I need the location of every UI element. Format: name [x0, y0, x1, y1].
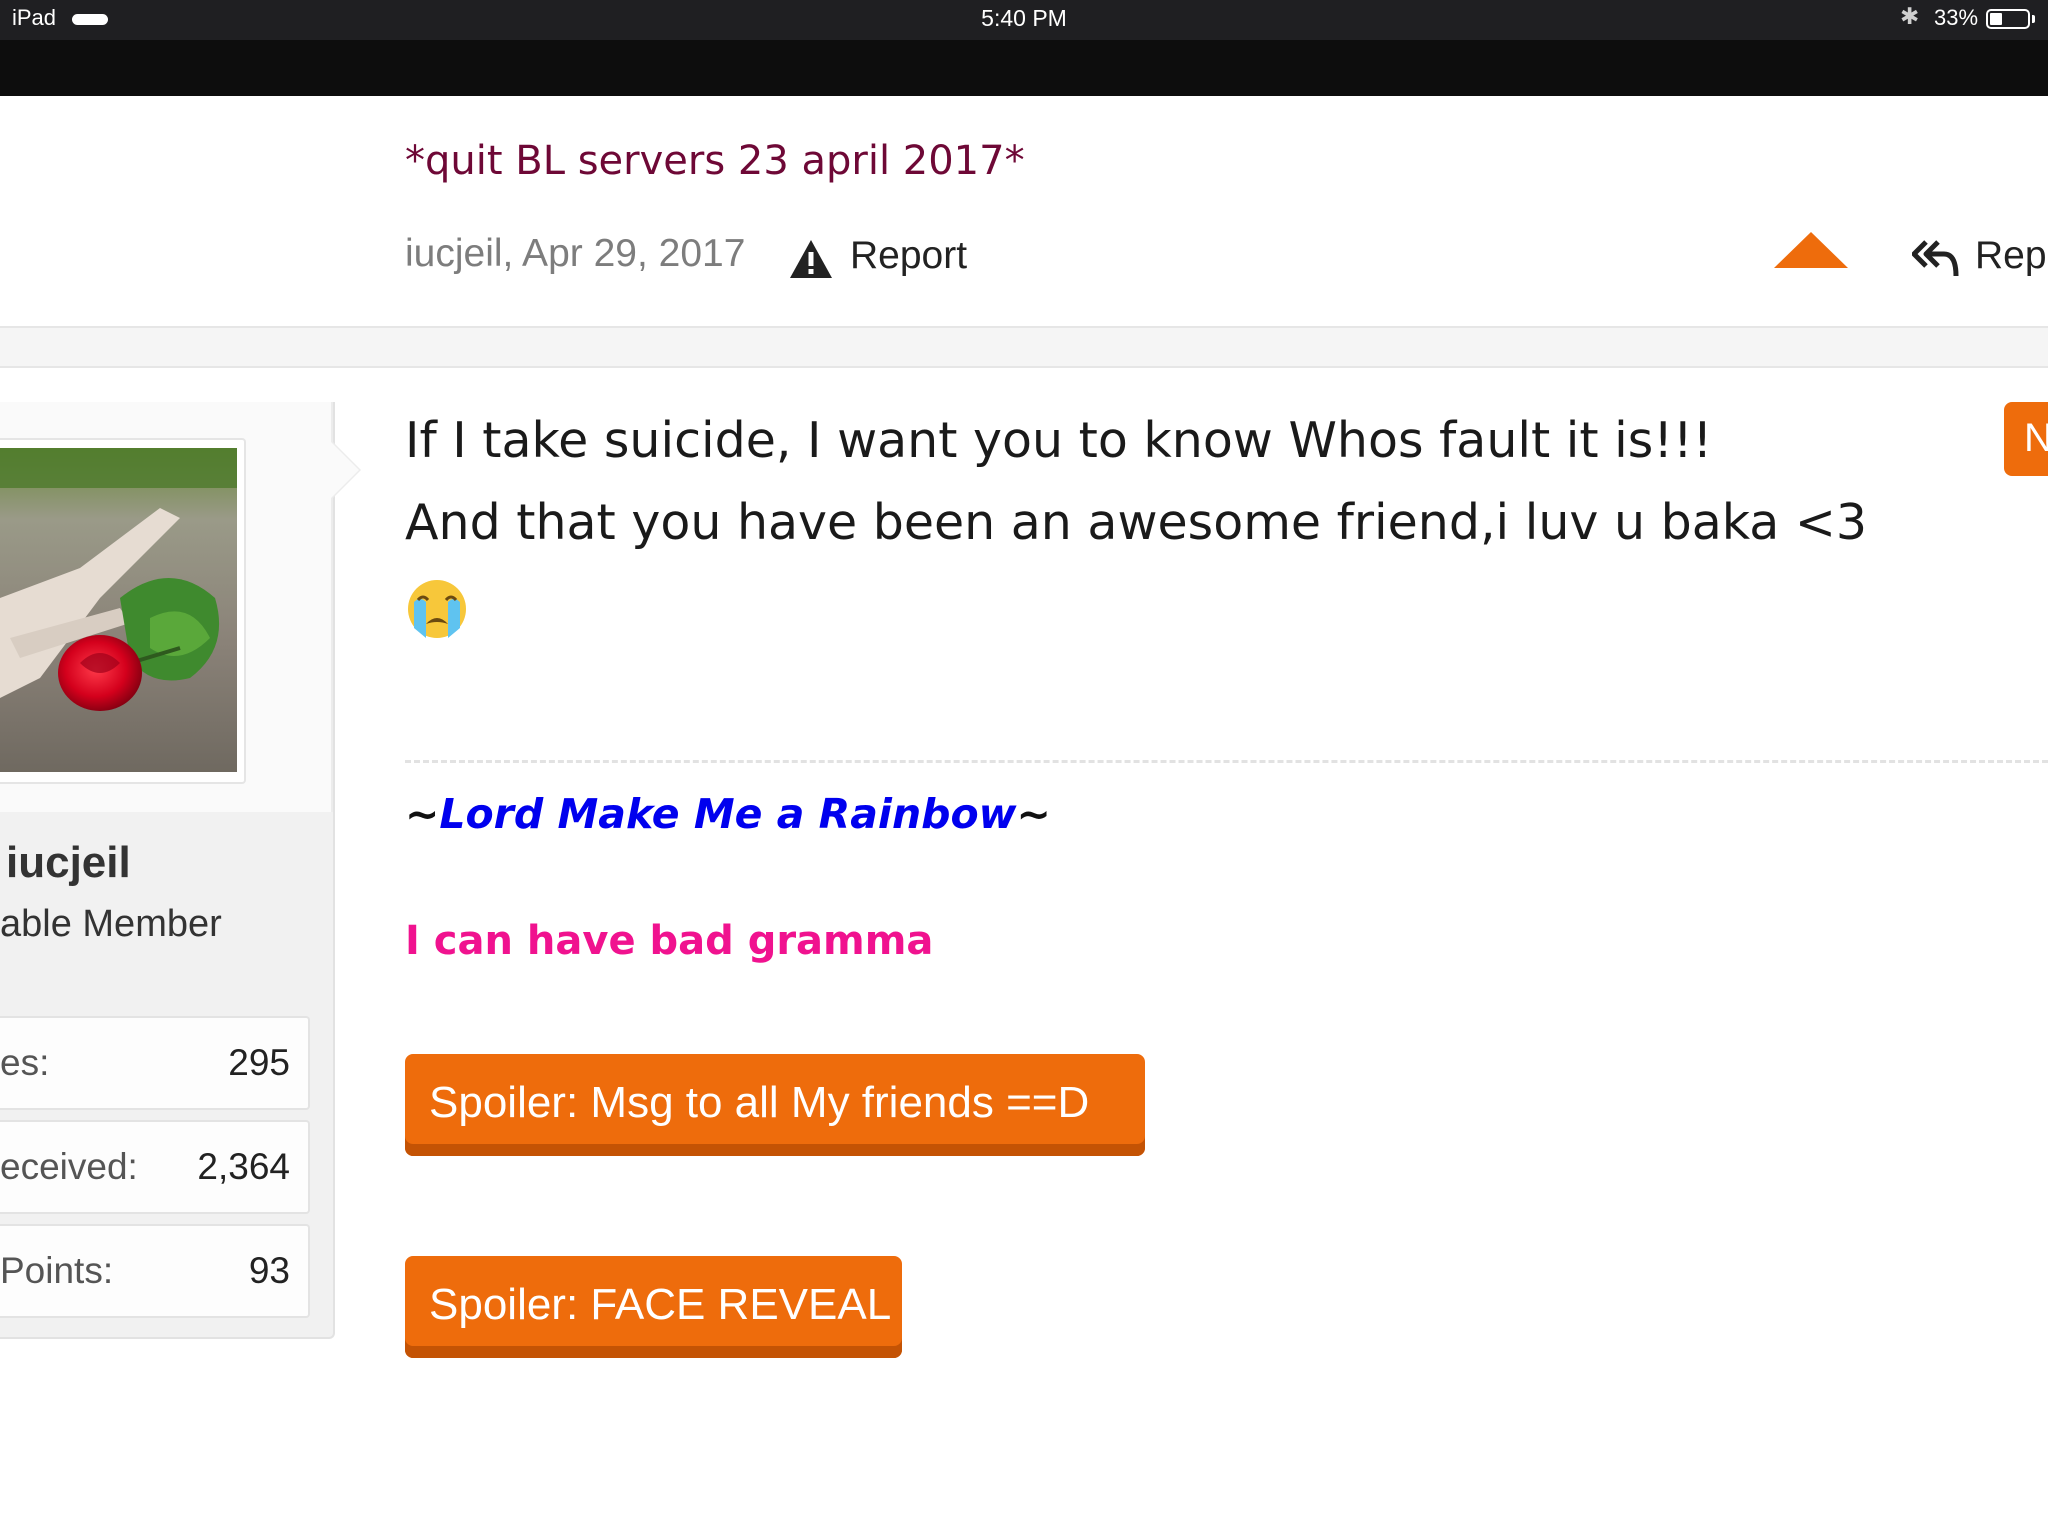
signature-gramma-line: I can have bad gramma	[405, 918, 934, 964]
post-meta-author-date[interactable]: iucjeil, Apr 29, 2017	[405, 232, 745, 276]
tilde-right: ~	[1016, 790, 1051, 838]
post-divider-band	[0, 328, 2048, 366]
message-text-line: And that you have been an awesome friend…	[405, 494, 1868, 551]
signature-separator	[405, 760, 2048, 763]
stat-label: Points:	[0, 1250, 114, 1291]
spoiler-label: Spoiler: FACE REVEAL	[429, 1280, 892, 1329]
battery-nub	[2032, 15, 2035, 23]
message-pointer-inner	[331, 442, 359, 498]
signature-rainbow-line: ~Lord Make Me a Rainbow~	[405, 790, 1051, 838]
battery-icon	[1986, 9, 2030, 29]
previous-post-signature: *quit BL servers 23 april 2017*	[405, 138, 1025, 184]
status-time: 5:40 PM	[981, 5, 1067, 31]
stat-label: es:	[0, 1042, 50, 1083]
new-badge-label: N	[2024, 416, 2048, 460]
user-stat-row: es: 295	[0, 1016, 310, 1110]
user-stat-row: Points: 93	[0, 1224, 310, 1318]
stat-label: eceived:	[0, 1146, 138, 1187]
avatar[interactable]	[0, 448, 237, 772]
user-stat-row: eceived: 2,364	[0, 1120, 310, 1214]
spoiler-label: Spoiler: Msg to all My friends ==D	[429, 1078, 1090, 1127]
stat-value: 2,364	[197, 1146, 290, 1187]
reply-all-icon	[1912, 240, 1959, 277]
tilde-left: ~	[405, 790, 440, 838]
spoiler-button-friends[interactable]: Spoiler: Msg to all My friends ==D	[405, 1054, 1145, 1156]
spoiler-button-face-reveal[interactable]: Spoiler: FACE REVEAL	[405, 1256, 902, 1358]
user-title: able Member	[0, 903, 222, 945]
message-text-line: If I take suicide, I want you to know Wh…	[405, 412, 1713, 469]
report-label: Report	[850, 234, 968, 277]
username[interactable]: iucjeil	[6, 838, 131, 888]
warning-icon	[790, 240, 832, 278]
up-arrow-icon[interactable]	[1774, 232, 1848, 268]
stat-value[interactable]: 93	[249, 1250, 290, 1292]
browser-nav-bar	[0, 40, 2048, 96]
stat-value[interactable]: 295	[228, 1042, 290, 1084]
rainbow-text: Lord Make Me a Rainbow	[439, 790, 1017, 838]
post-divider-bottom	[0, 366, 2048, 368]
crying-face-emoji	[408, 580, 466, 638]
new-badge[interactable]: N	[2004, 402, 2048, 476]
bluetooth-icon: ✱	[1900, 3, 1920, 29]
status-bar: iPad 5:40 PM ✱ 33%	[0, 0, 2048, 40]
battery-percent: 33%	[1934, 5, 1979, 30]
reply-label: Rep	[1975, 234, 2047, 277]
